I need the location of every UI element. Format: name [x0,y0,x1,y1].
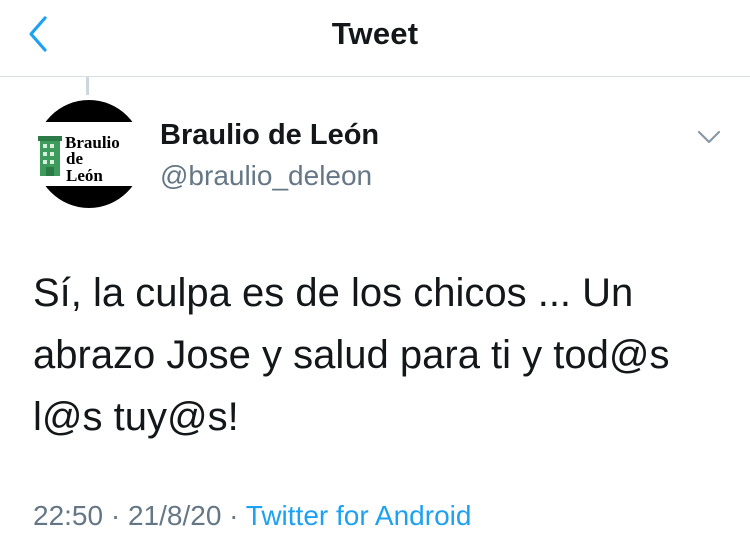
building-icon [38,136,62,176]
more-options-button[interactable] [690,118,728,156]
chevron-down-icon [697,130,721,144]
tweet-source-link[interactable]: Twitter for Android [246,500,472,531]
tweet-date: 21/8/20 [127,500,222,531]
thread-line [86,77,89,95]
tweet-meta: 22:50 · 21/8/20 · Twitter for Android [33,500,471,532]
meta-separator: · [110,500,121,531]
avatar[interactable]: Braulio de León [35,100,143,208]
meta-separator: · [229,500,239,531]
tweet-time: 22:50 [33,500,104,531]
page-title: Tweet [331,16,419,51]
avatar-line-3: León [66,166,103,185]
author-display-name[interactable]: Braulio de León [160,119,379,152]
tweet-text: Sí, la culpa es de los chicos ... Un abr… [33,271,670,439]
author-handle[interactable]: @braulio_deleon [160,160,372,192]
nav-bar: Tweet [0,0,750,77]
